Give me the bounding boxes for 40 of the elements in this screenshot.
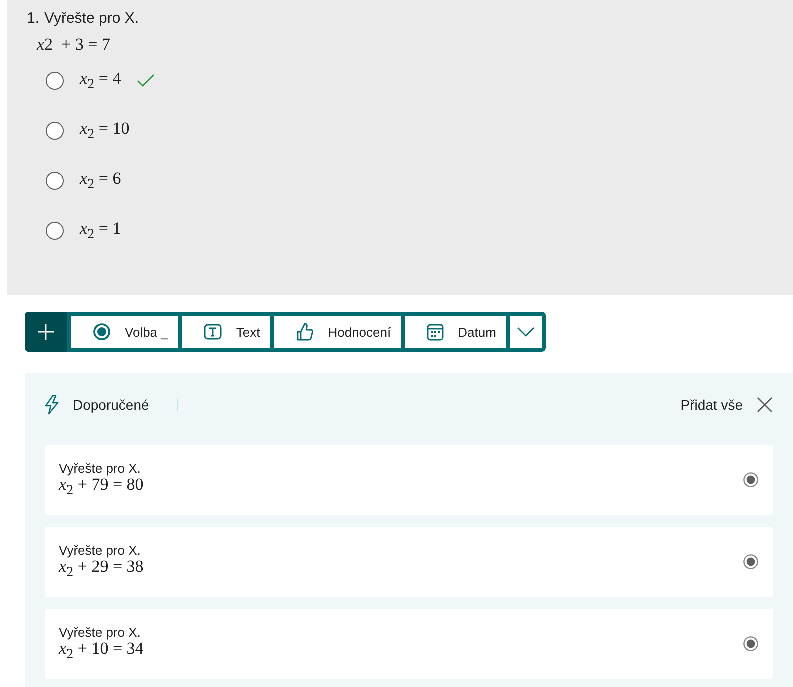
- lightning-icon: [45, 395, 59, 415]
- close-button[interactable]: [757, 397, 773, 413]
- question-type-button[interactable]: Volba _: [71, 316, 178, 348]
- suggestions-title: Doporučené: [73, 397, 150, 413]
- calendar-icon: [427, 324, 444, 340]
- radio-button[interactable]: [46, 222, 64, 240]
- chevron-down-icon: [517, 327, 536, 337]
- suggestion-card[interactable]: Vyřešte pro X. x$_{2}$ + 79 = 80: [45, 445, 773, 515]
- option-label: x$_{2}$ = 10: [80, 118, 130, 144]
- question-number: 1.: [27, 10, 40, 27]
- suggestion-title: Vyřešte pro X.: [59, 624, 142, 640]
- question-title: Vyřešte pro X.: [44, 10, 139, 27]
- plus-icon: [38, 324, 54, 340]
- option-label: x$_{2}$ = 4: [80, 68, 122, 94]
- radio-icon: [93, 323, 111, 341]
- option-label: x$_{2}$ = 6: [80, 168, 122, 194]
- close-icon: [757, 397, 773, 413]
- radio-icon: [743, 636, 759, 652]
- add-button[interactable]: [25, 312, 67, 352]
- add-all-button[interactable]: Přidat vše: [680, 397, 743, 413]
- suggestion-card[interactable]: Vyřešte pro X. x$_{2}$ + 29 = 38: [45, 527, 773, 597]
- radio-icon: [743, 472, 759, 488]
- question-type-button[interactable]: Datum: [405, 316, 506, 348]
- suggestion-equation: x$_{2}$ + 10 = 34: [59, 640, 145, 664]
- question-type-button[interactable]: Hodnocení: [274, 316, 402, 348]
- radio-button[interactable]: [46, 122, 64, 140]
- radio-icon: [743, 554, 759, 570]
- suggestion-card[interactable]: Vyřešte pro X. x$_{2}$ + 10 = 34: [45, 609, 773, 679]
- radio-button[interactable]: [46, 172, 64, 190]
- expand-button[interactable]: [510, 316, 542, 348]
- suggestion-equation: x$_{2}$ + 29 = 38: [59, 558, 145, 582]
- suggestion-equation: x$_{2}$ + 79 = 80: [59, 476, 145, 500]
- suggestion-title: Vyřešte pro X.: [59, 460, 142, 476]
- text-icon: [204, 324, 222, 340]
- radio-button[interactable]: [46, 72, 64, 90]
- equation: x2 + 3 = 7: [37, 35, 112, 55]
- suggestion-title: Vyřešte pro X.: [59, 542, 142, 558]
- thumbs-up-icon: [296, 322, 314, 342]
- option-label: x$_{2}$ = 1: [80, 218, 122, 244]
- question-type-button[interactable]: Text: [182, 316, 270, 348]
